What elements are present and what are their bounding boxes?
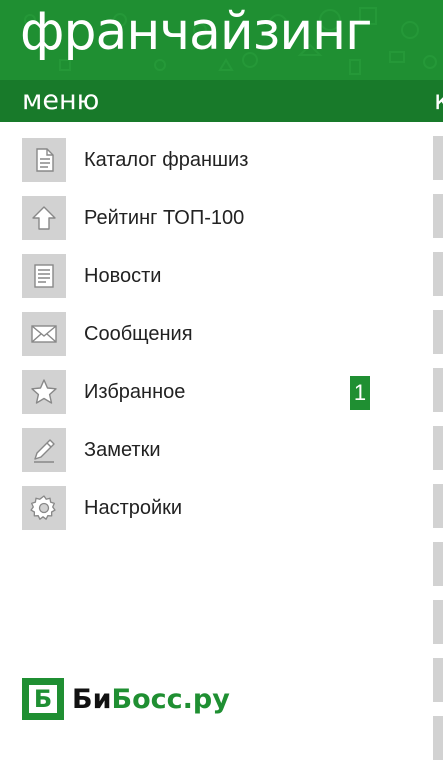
menu-label: Избранное — [84, 380, 186, 403]
menu-label: Настройки — [84, 496, 183, 519]
menu-item-messages[interactable]: Сообщения — [22, 310, 402, 358]
section-bar: меню к — [0, 80, 443, 122]
bibos-logo: Б БиБосс.ру — [22, 678, 230, 720]
menu-label: Сообщения — [84, 322, 193, 345]
preview-tile — [433, 368, 443, 412]
favorites-count-badge: 1 — [350, 376, 370, 410]
preview-tile — [433, 542, 443, 586]
star-icon — [22, 370, 66, 414]
preview-tile — [433, 484, 443, 528]
preview-tile — [433, 716, 443, 760]
menu-item-settings[interactable]: Настройки — [22, 484, 402, 532]
menu-label: Каталог франшиз — [84, 148, 249, 171]
envelope-icon — [22, 312, 66, 356]
logo-part1: Би — [72, 683, 112, 715]
logo-part2: Босс.ру — [111, 683, 230, 715]
preview-tile — [433, 136, 443, 180]
preview-tile — [433, 252, 443, 296]
section-title[interactable]: меню — [22, 84, 99, 118]
pencil-icon — [22, 428, 66, 472]
logo-mark: Б — [22, 678, 64, 720]
preview-tile — [433, 600, 443, 644]
logo-wordmark: БиБосс.ру — [72, 684, 230, 715]
news-icon — [22, 254, 66, 298]
up-arrow-icon — [22, 196, 66, 240]
menu-item-news[interactable]: Новости — [22, 252, 402, 300]
menu-item-catalog[interactable]: Каталог франшиз — [22, 136, 402, 184]
menu-label: Заметки — [84, 438, 161, 461]
preview-tile — [433, 426, 443, 470]
next-section-peek[interactable]: к — [434, 84, 443, 118]
app-title: франчайзинг — [20, 2, 372, 62]
menu-label: Новости — [84, 264, 162, 287]
menu-item-rating[interactable]: Рейтинг ТОП-100 — [22, 194, 402, 242]
document-icon — [22, 138, 66, 182]
preview-tile — [433, 194, 443, 238]
logo-mark-letter: Б — [29, 685, 57, 713]
menu-item-notes[interactable]: Заметки — [22, 426, 402, 474]
preview-tile — [433, 310, 443, 354]
menu-item-favorites[interactable]: Избранное 1 — [22, 368, 402, 416]
gear-icon — [22, 486, 66, 530]
next-section-preview[interactable] — [433, 122, 443, 760]
preview-tile — [433, 658, 443, 702]
menu-label: Рейтинг ТОП-100 — [84, 206, 245, 229]
app-header: франчайзинг меню к — [0, 0, 443, 122]
